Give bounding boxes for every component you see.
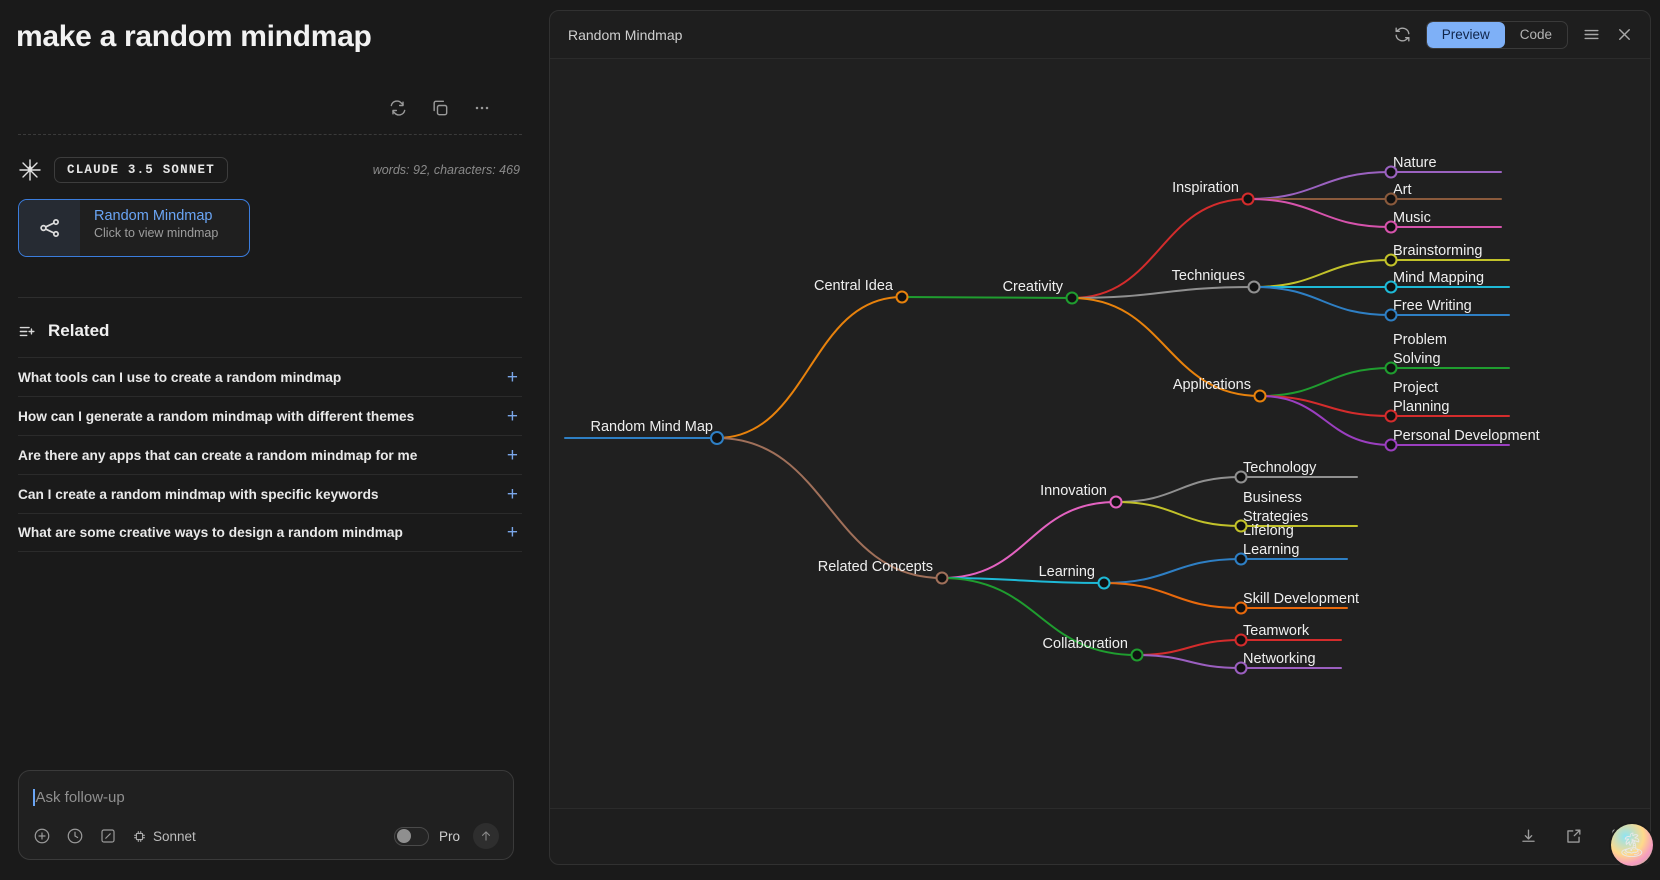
pro-toggle[interactable]	[393, 826, 429, 846]
artifact-header-actions: Preview Code	[1393, 20, 1634, 49]
tab-preview[interactable]: Preview	[1426, 21, 1505, 48]
artifact-footer	[550, 808, 1650, 864]
add-icon[interactable]: +	[507, 446, 522, 465]
clock-icon[interactable]	[66, 827, 84, 845]
svg-text:Learning: Learning	[1039, 564, 1095, 580]
list-icon[interactable]	[1582, 25, 1601, 44]
model-selector[interactable]: Sonnet	[132, 829, 196, 844]
artifact-header: Random Mindmap Preview Code	[550, 11, 1650, 59]
svg-text:Personal Development: Personal Development	[1393, 428, 1540, 444]
pro-toggle-wrapper: Pro	[393, 823, 499, 849]
followup-composer[interactable]: Ask follow-up Sonnet Pro	[18, 770, 514, 860]
related-item-4[interactable]: What are some creative ways to design a …	[18, 513, 522, 552]
svg-text:Problem: Problem	[1393, 332, 1447, 348]
divider-dashed	[18, 134, 522, 135]
svg-text:Collaboration: Collaboration	[1043, 636, 1128, 652]
plus-circle-icon[interactable]	[33, 827, 51, 845]
related-item-label: What tools can I use to create a random …	[18, 369, 342, 385]
artifact-panel: Random Mindmap Preview Code Random Mind …	[540, 0, 1660, 880]
edit-square-icon[interactable]	[99, 827, 117, 845]
copy-icon[interactable]	[430, 98, 450, 118]
related-header: Related	[18, 321, 522, 341]
svg-text:Teamwork: Teamwork	[1243, 623, 1310, 639]
refresh-icon[interactable]	[1393, 25, 1412, 44]
preview-code-toggle: Preview Code	[1425, 20, 1568, 49]
related-item-label: What are some creative ways to design a …	[18, 525, 403, 540]
artifact-title: Random Mindmap	[568, 26, 683, 43]
svg-text:Related Concepts: Related Concepts	[818, 559, 933, 575]
anthropic-logo-icon	[18, 158, 42, 182]
related-item-label: How can I generate a random mindmap with…	[18, 408, 415, 424]
related-item-label: Are there any apps that can create a ran…	[18, 447, 418, 463]
svg-text:Project: Project	[1393, 380, 1438, 396]
mindmap-icon	[19, 200, 80, 256]
answer-actions-toolbar	[18, 98, 522, 118]
page-title: make a random mindmap	[16, 20, 372, 53]
svg-text:Techniques: Techniques	[1172, 268, 1245, 284]
svg-text:Planning: Planning	[1393, 399, 1449, 415]
svg-text:Central Idea: Central Idea	[814, 278, 894, 294]
artifact-window: Random Mindmap Preview Code Random Mind …	[549, 10, 1651, 865]
svg-text:Brainstorming: Brainstorming	[1393, 243, 1482, 259]
svg-text:Technology: Technology	[1243, 460, 1317, 476]
add-icon[interactable]: +	[507, 485, 522, 504]
svg-text:Business: Business	[1243, 490, 1302, 506]
related-item-2[interactable]: Are there any apps that can create a ran…	[18, 435, 522, 474]
related-item-1[interactable]: How can I generate a random mindmap with…	[18, 396, 522, 435]
word-character-count: words: 92, characters: 469	[372, 163, 520, 177]
add-icon[interactable]: +	[507, 523, 522, 542]
related-item-0[interactable]: What tools can I use to create a random …	[18, 357, 522, 396]
mindmap-canvas[interactable]: Random Mind Map Nature Art Music Brainstormi…	[550, 59, 1650, 808]
svg-text:Free Writing: Free Writing	[1393, 298, 1472, 314]
svg-text:Applications: Applications	[1173, 377, 1251, 393]
svg-text:Solving: Solving	[1393, 351, 1441, 367]
open-external-icon[interactable]	[1564, 827, 1583, 846]
mindmap-card-subtitle: Click to view mindmap	[94, 226, 219, 240]
composer-toolbar: Sonnet Pro	[33, 823, 499, 849]
mindmap-graphic: Random Mind MapNatureArtMusicBrainstormi…	[564, 155, 1540, 675]
related-item-label: Can I create a random mindmap with speci…	[18, 486, 379, 502]
related-item-3[interactable]: Can I create a random mindmap with speci…	[18, 474, 522, 513]
text-caret	[33, 788, 35, 806]
related-title: Related	[48, 321, 110, 340]
svg-text:Learning: Learning	[1243, 542, 1299, 558]
pro-label: Pro	[438, 828, 460, 844]
related-list: What tools can I use to create a random …	[18, 357, 522, 552]
followup-input-placeholder: Ask follow-up	[35, 788, 125, 806]
divider-solid	[18, 297, 522, 298]
send-button[interactable]	[473, 823, 499, 849]
mindmap-card-title: Random Mindmap	[94, 208, 213, 224]
svg-text:Mind Mapping: Mind Mapping	[1393, 270, 1484, 286]
close-icon[interactable]	[1615, 25, 1634, 44]
rewrite-icon[interactable]	[388, 98, 408, 118]
svg-text:Inspiration: Inspiration	[1172, 180, 1239, 196]
search-input-wrapper[interactable]: Ask follow-up	[33, 785, 499, 809]
tab-code[interactable]: Code	[1505, 22, 1567, 48]
model-selector-label: Sonnet	[153, 828, 196, 844]
download-icon[interactable]	[1519, 827, 1538, 846]
svg-text:Music: Music	[1393, 210, 1431, 226]
add-icon[interactable]: +	[507, 407, 522, 426]
related-icon	[18, 322, 37, 341]
model-chip[interactable]: CLAUDE 3.5 SONNET	[54, 157, 228, 183]
svg-text:Innovation: Innovation	[1040, 483, 1107, 499]
svg-text:Creativity: Creativity	[1003, 279, 1064, 295]
island-emoji-badge[interactable]: 🏝	[1611, 824, 1653, 866]
pro-toggle-knob	[396, 829, 411, 843]
model-row: CLAUDE 3.5 SONNET words: 92, characters:…	[18, 157, 522, 183]
more-options-icon[interactable]	[472, 98, 492, 118]
mindmap-card-text: Random Mindmap Click to view mindmap	[80, 200, 218, 256]
svg-text:Skill Development: Skill Development	[1243, 591, 1359, 607]
answer-panel: make a random mindmap CLAUDE 3.5 SONNET …	[0, 0, 540, 880]
add-icon[interactable]: +	[507, 368, 522, 387]
svg-text:Networking: Networking	[1243, 651, 1316, 667]
svg-text:Random Mind Map: Random Mind Map	[591, 419, 714, 435]
svg-text:Nature: Nature	[1393, 155, 1437, 171]
mindmap-artifact-card[interactable]: Random Mindmap Click to view mindmap	[18, 199, 250, 257]
svg-text:Lifelong: Lifelong	[1243, 523, 1294, 539]
